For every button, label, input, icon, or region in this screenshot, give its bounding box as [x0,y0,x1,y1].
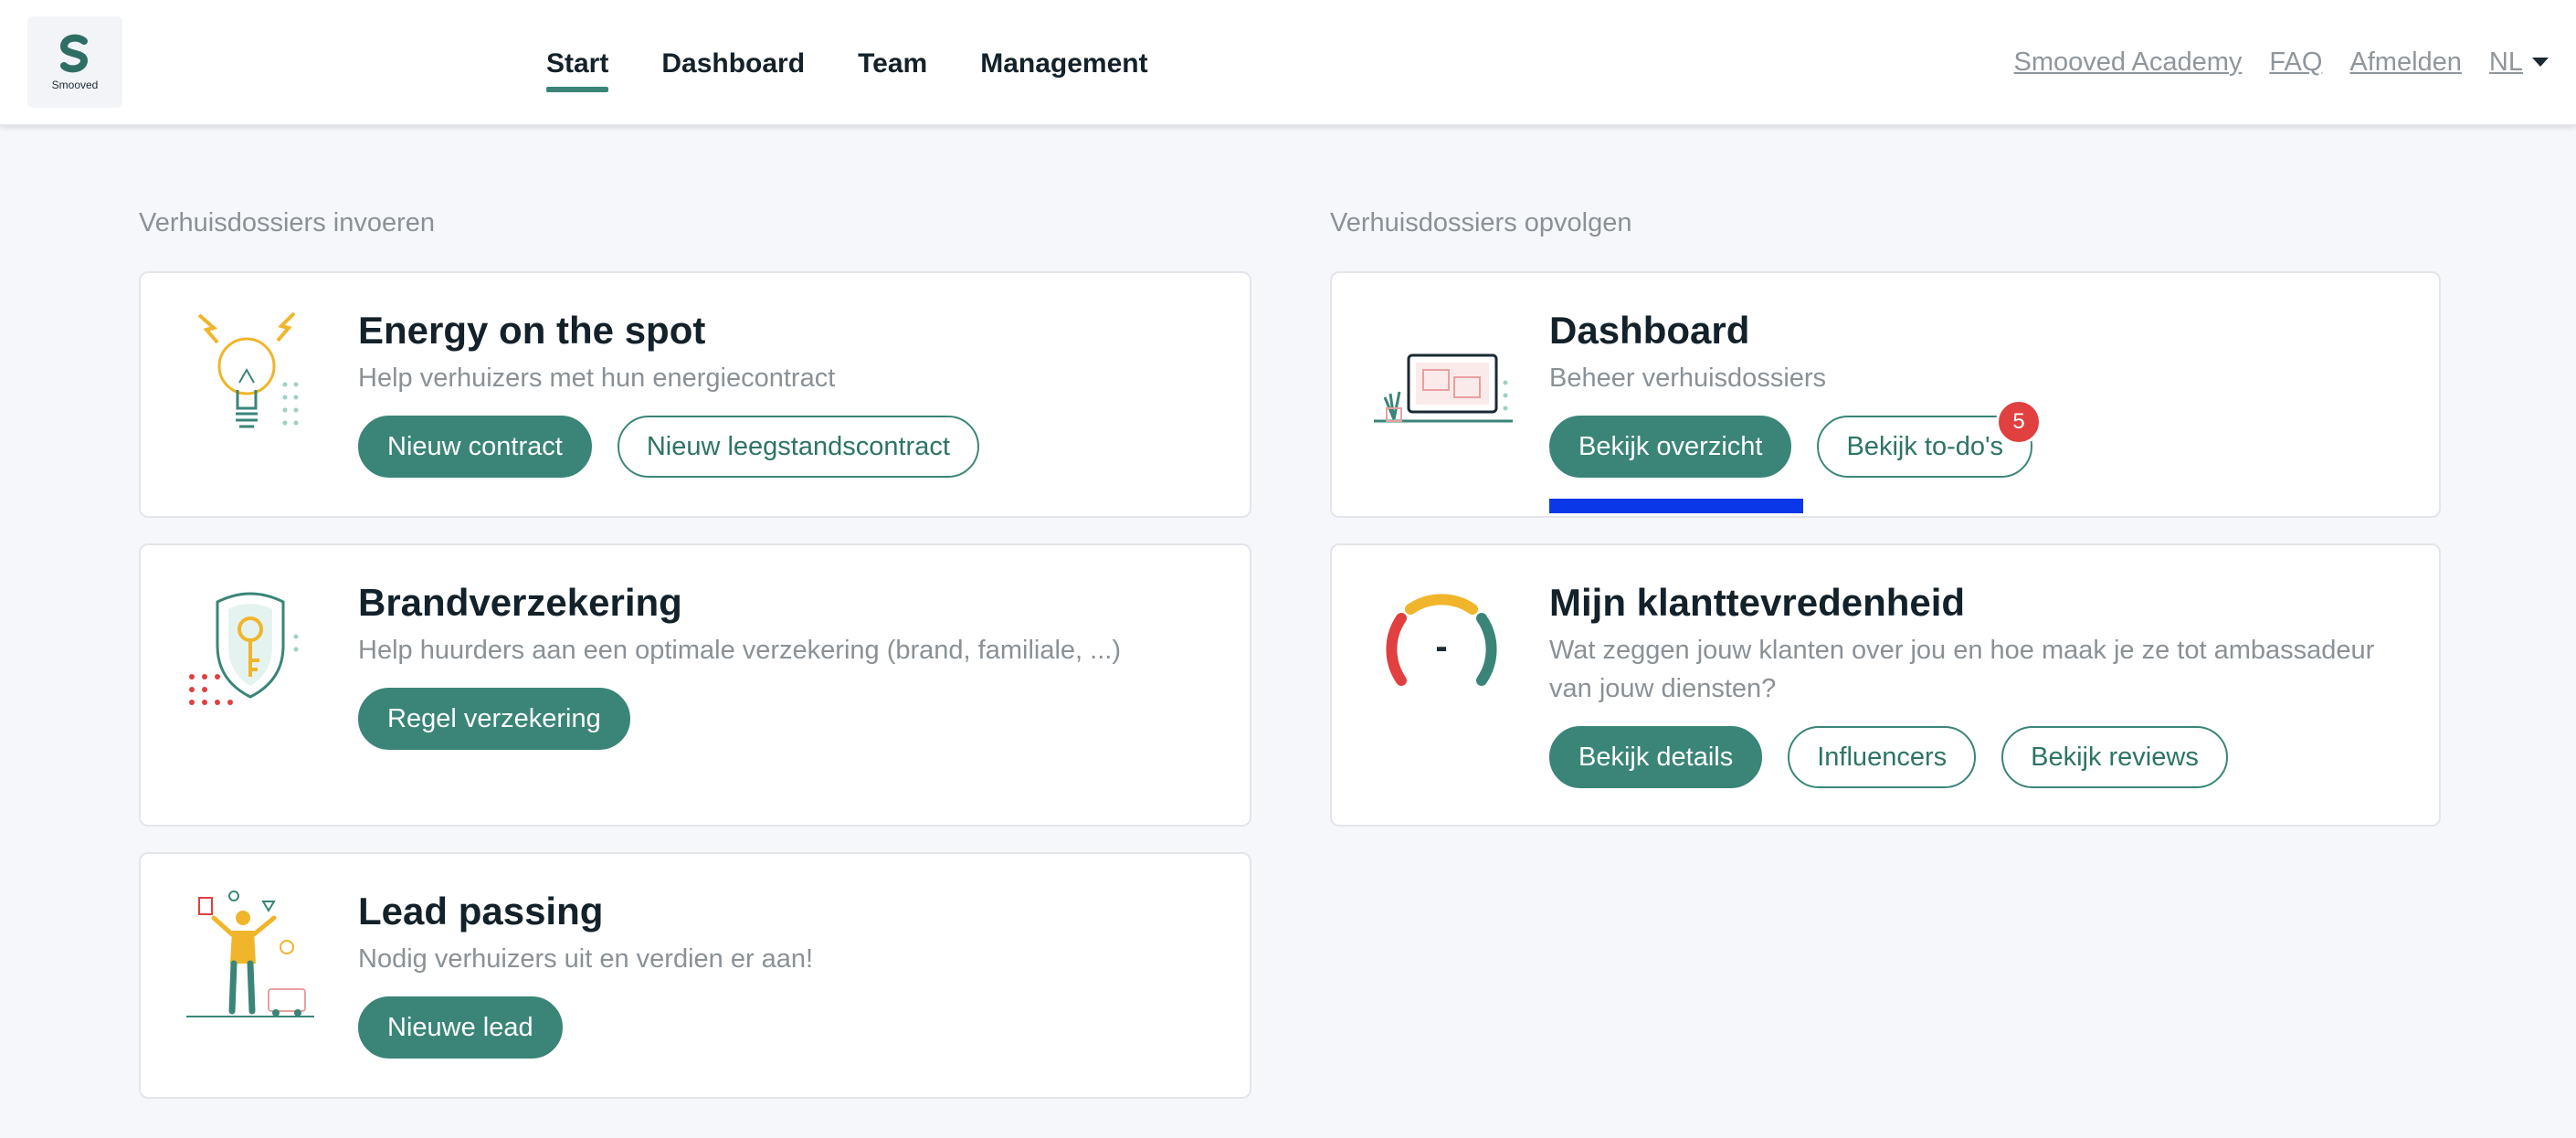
focus-indicator [1549,499,1803,513]
laptop-icon [1374,353,1513,423]
influencers-button[interactable]: Influencers [1788,726,1977,789]
juggling-person-icon [186,890,314,1017]
bekijk-todos-button[interactable]: Bekijk to-do's 5 [1817,399,2043,479]
card-energy-on-the-spot: Energy on the spot Help verhuizers met h… [139,271,1251,518]
link-faq[interactable]: FAQ [2269,47,2322,78]
button-label: Bekijk to-do's [1846,431,2004,461]
language-dropdown[interactable]: NL [2489,47,2549,78]
card-title: Brandverzekering [358,581,682,624]
card-description: Beheer verhuisdossiers [1549,364,1827,394]
bekijk-details-button[interactable]: Bekijk details [1549,726,1763,789]
card-body: Energy on the spot Help verhuizers met h… [358,308,1213,479]
card-description: Help huurders aan een optimale verzekeri… [358,636,1121,666]
card-dashboard: Dashboard Beheer verhuisdossiers Bekijk … [1330,271,2441,518]
language-label: NL [2488,47,2523,77]
button-row: Nieuw contract Nieuw leegstandscontract [358,416,1213,479]
card-title: Energy on the spot [358,309,706,352]
card-description: Wat zeggen jouw klanten over jou en hoe … [1549,636,2375,704]
link-smooved-academy[interactable]: Smooved Academy [2014,47,2243,78]
card-title: Lead passing [358,890,604,933]
todo-count-badge: 5 [1996,399,2043,446]
section-title-invoeren: Verhuisdossiers invoeren [139,208,436,237]
button-row: Regel verzekering [358,688,1213,751]
nieuw-contract-button[interactable]: Nieuw contract [358,416,592,479]
chevron-down-icon [2532,58,2549,67]
link-afmelden[interactable]: Afmelden [2349,47,2462,78]
smooved-logo[interactable]: Smooved [27,16,122,108]
nav-item-start[interactable]: Start [546,45,609,92]
top-navbar: Smooved Start Dashboard Team Management … [0,0,2576,126]
card-body: Dashboard Beheer verhuisdossiers Bekijk … [1549,308,2402,479]
bekijk-overzicht-button[interactable]: Bekijk overzicht [1549,416,1792,479]
gauge-value: - [1435,627,1447,667]
card-body: Mijn klanttevredenheid Wat zeggen jouw k… [1549,580,2402,789]
section-title-opvolgen: Verhuisdossiers opvolgen [1330,208,1632,237]
nieuw-leegstandscontract-button[interactable]: Nieuw leegstandscontract [617,416,979,479]
logo-text: Smooved [51,79,99,91]
utility-links: Smooved Academy FAQ Afmelden NL [2014,0,2549,124]
nav-item-management[interactable]: Management [980,45,1147,79]
nav-item-dashboard[interactable]: Dashboard [661,45,805,79]
card-lead-passing: Lead passing Nodig verhuizers uit en ver… [139,852,1251,1099]
shield-icon [189,592,299,705]
card-description: Nodig verhuizers uit en verdien er aan! [358,944,814,975]
card-body: Lead passing Nodig verhuizers uit en ver… [358,889,1213,1059]
card-title: Dashboard [1549,309,1750,352]
card-title: Mijn klanttevredenheid [1549,581,1966,624]
lightbulb-icon [197,311,299,428]
card-brandverzekering: Brandverzekering Help huurders aan een o… [139,543,1251,827]
main-nav: Start Dashboard Team Management [546,0,1148,124]
smooved-logo-icon [59,34,89,73]
button-row: Nieuwe lead [358,996,1213,1059]
regel-verzekering-button[interactable]: Regel verzekering [358,688,630,751]
nav-item-team[interactable]: Team [858,45,927,79]
button-row: Bekijk details Influencers Bekijk review… [1549,726,2402,789]
card-klanttevredenheid: - Mijn klanttevredenheid Wat zeggen jouw… [1330,543,2441,827]
button-row: Bekijk overzicht Bekijk to-do's 5 [1549,399,2402,479]
card-description: Help verhuizers met hun energiecontract [358,364,836,394]
bekijk-reviews-button[interactable]: Bekijk reviews [2001,726,2228,789]
card-body: Brandverzekering Help huurders aan een o… [358,580,1213,751]
satisfaction-gauge-icon: - [1386,594,1497,686]
nieuwe-lead-button[interactable]: Nieuwe lead [358,996,563,1059]
